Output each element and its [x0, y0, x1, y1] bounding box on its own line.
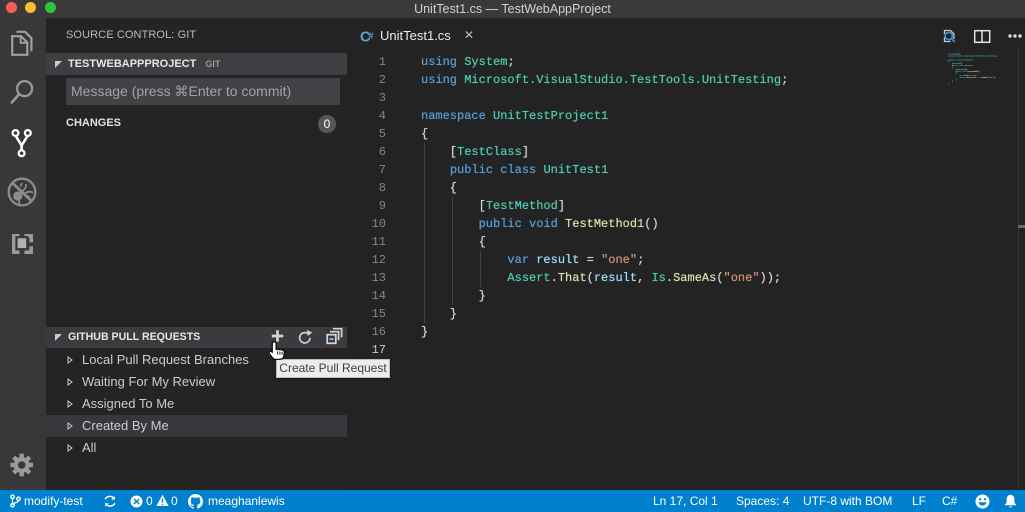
- svg-text:#: #: [369, 31, 374, 41]
